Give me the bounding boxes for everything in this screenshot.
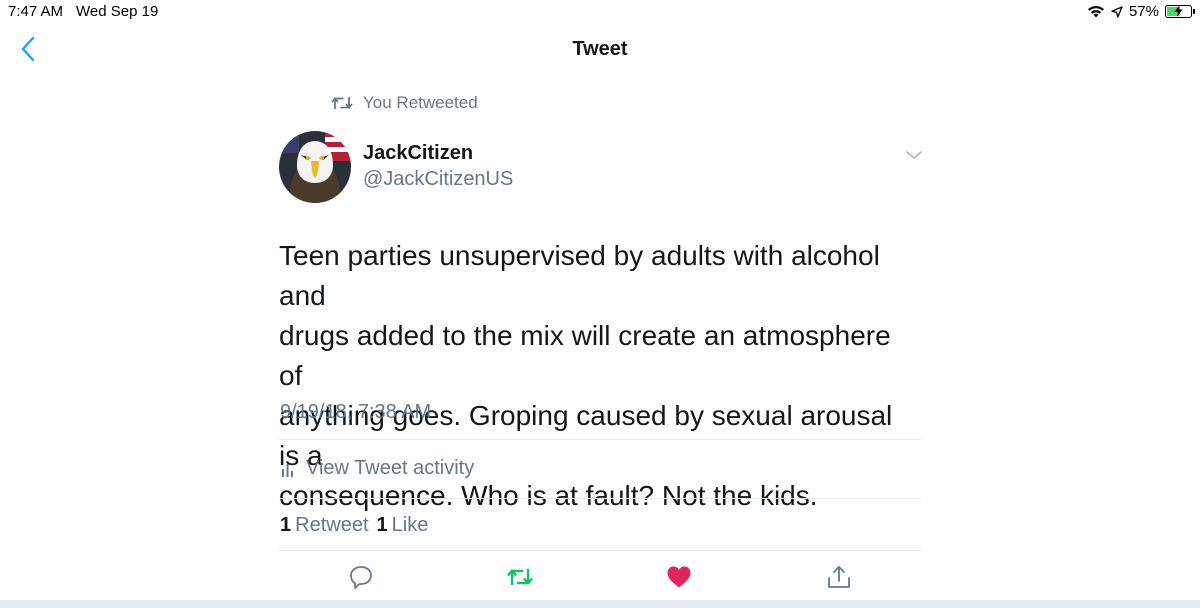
retweet-context-label: You Retweeted [363,93,478,112]
divider [279,498,921,499]
tweet-timestamp: 9/19/18, 7:38 AM [280,401,432,423]
heart-icon [667,566,691,588]
like-button[interactable] [664,562,694,592]
bar-chart-icon [282,463,293,477]
author-name[interactable]: JackCitizen [363,142,473,165]
retweet-context: You Retweeted [331,93,478,113]
retweet-icon [331,97,353,109]
retweet-button[interactable] [505,562,535,592]
retweet-count-label: Retweet [295,514,369,536]
page-title: Tweet [572,38,628,60]
divider [279,439,921,440]
divider [279,550,921,551]
avatar[interactable] [279,131,351,203]
retweet-count: 1 [280,514,292,536]
tweet-options-button[interactable] [904,148,924,162]
like-count: 1 [376,514,388,536]
battery-charging-icon [1165,5,1195,18]
status-indicators: 57% [1087,3,1195,20]
bottom-strip [0,600,1200,608]
author-handle[interactable]: @JackCitizenUS [363,168,513,191]
like-count-link[interactable]: 1 Like [377,514,429,537]
status-date: Wed Sep 19 [76,3,159,20]
view-tweet-activity-label: View Tweet activity [306,457,475,479]
bolt-icon [1174,5,1183,17]
like-count-label: Like [391,514,429,536]
battery-percent: 57% [1128,3,1159,20]
view-tweet-activity-button[interactable]: View Tweet activity [282,457,474,480]
tweet-stats: 1 Retweet 1 Like [280,514,428,537]
retweet-count-link[interactable]: 1 Retweet [280,514,369,537]
tweet-action-bar [0,562,1200,592]
nav-bar: Tweet [0,24,1200,76]
location-arrow-icon [1111,5,1123,18]
reply-bubble-icon [350,566,372,589]
retweet-icon [507,569,533,585]
status-time: 7:47 AM [8,3,64,20]
share-icon [828,566,850,588]
share-button[interactable] [824,562,854,592]
battery-cap [1193,9,1195,14]
status-bar: 7:47 AM Wed Sep 19 57% [0,0,1200,24]
chevron-down-icon [906,151,922,159]
reply-button[interactable] [346,562,376,592]
eagle-avatar [279,131,351,203]
wifi-icon [1087,5,1105,18]
